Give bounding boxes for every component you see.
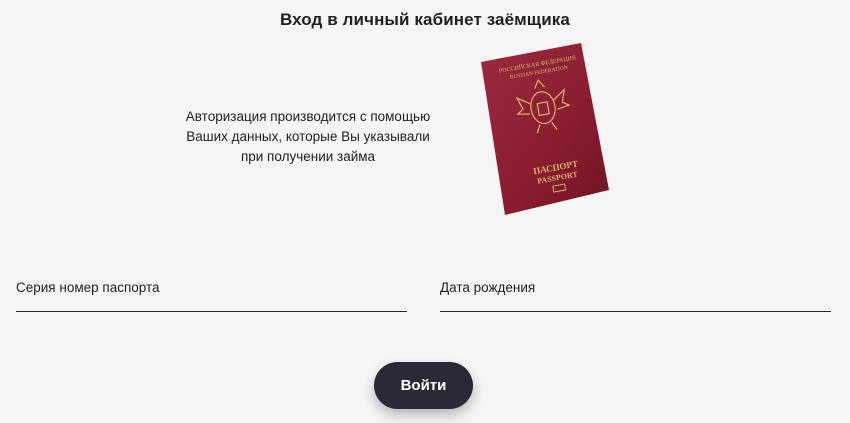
- auth-info-line: при получении займа: [240, 149, 376, 164]
- auth-info-line: Ваших данных, которые Вы указывали: [186, 129, 430, 144]
- auth-info-line: Авторизация производится с помощью: [185, 109, 431, 124]
- page-title: Вход в личный кабинет заёмщика: [280, 10, 570, 29]
- passport-number-input[interactable]: [16, 293, 407, 312]
- passport-number-field: Серия номер паспорта: [16, 278, 407, 312]
- birthdate-input[interactable]: [440, 293, 831, 312]
- auth-info-text: Авторизация производится с помощью Ваших…: [178, 107, 438, 167]
- birthdate-field: Дата рождения: [440, 278, 831, 312]
- login-button[interactable]: Войти: [374, 362, 473, 409]
- passport-icon: РОССИЙСКАЯ ФЕДЕРАЦИЯ RUSSIAN FEDERATION …: [475, 40, 615, 220]
